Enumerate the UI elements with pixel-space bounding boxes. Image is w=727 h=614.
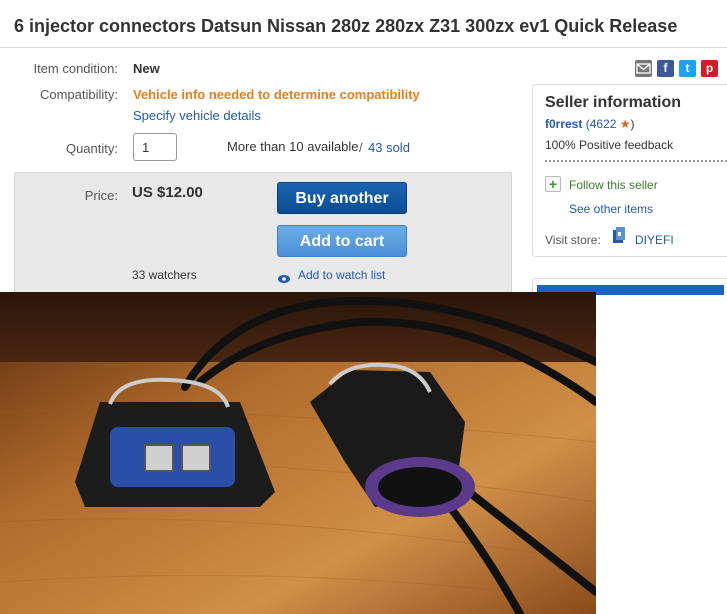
seller-feedback-row: f0rrest (4622 ★) (545, 117, 635, 131)
feedback-close: ) (630, 117, 635, 131)
price-value: US $12.00 (132, 184, 203, 201)
pinterest-icon[interactable]: p (701, 60, 718, 77)
price-label: Price: (84, 188, 118, 203)
store-name-link[interactable]: DIYEFI (635, 233, 674, 247)
seller-name-link[interactable]: f0rrest (545, 117, 582, 131)
facebook-icon[interactable]: f (657, 60, 674, 77)
positive-feedback: 100% Positive feedback (545, 138, 674, 152)
twitter-icon[interactable]: t (679, 60, 696, 77)
sold-link[interactable]: 43 sold (368, 140, 410, 155)
watchers-count: 33 watchers (132, 268, 197, 282)
add-to-cart-button[interactable]: Add to cart (277, 225, 407, 257)
compatibility-value: Vehicle info needed to determine compati… (133, 87, 420, 102)
seller-divider (545, 160, 727, 162)
condition-value: New (133, 61, 160, 76)
quantity-label: Quantity: (65, 141, 118, 156)
see-other-items-link[interactable]: See other items (569, 202, 653, 216)
title-divider (0, 47, 727, 48)
store-icon[interactable] (612, 226, 626, 244)
sold-separator: / (359, 140, 363, 155)
specify-vehicle-link[interactable]: Specify vehicle details (133, 108, 261, 123)
product-photo (0, 292, 596, 614)
follow-plus-icon[interactable]: + (545, 176, 561, 192)
compatibility-label: Compatibility: (39, 87, 118, 102)
add-to-watch-list-link[interactable]: Add to watch list (298, 268, 385, 282)
follow-seller-link[interactable]: Follow this seller (569, 178, 658, 192)
availability-text: More than 10 available (227, 139, 359, 154)
star-icon: ★ (619, 117, 631, 131)
email-icon[interactable] (635, 60, 652, 77)
eye-icon (278, 270, 290, 283)
feedback-count[interactable]: (4622 (586, 117, 617, 131)
quantity-input[interactable] (133, 133, 177, 161)
seller-info-title: Seller information (545, 94, 682, 111)
visit-store-label: Visit store: (545, 233, 601, 247)
share-icons: f t p (635, 60, 718, 77)
listing-title: 6 injector connectors Datsun Nissan 280z… (14, 16, 678, 36)
condition-label: Item condition: (33, 61, 118, 76)
buy-another-button[interactable]: Buy another (277, 182, 407, 214)
